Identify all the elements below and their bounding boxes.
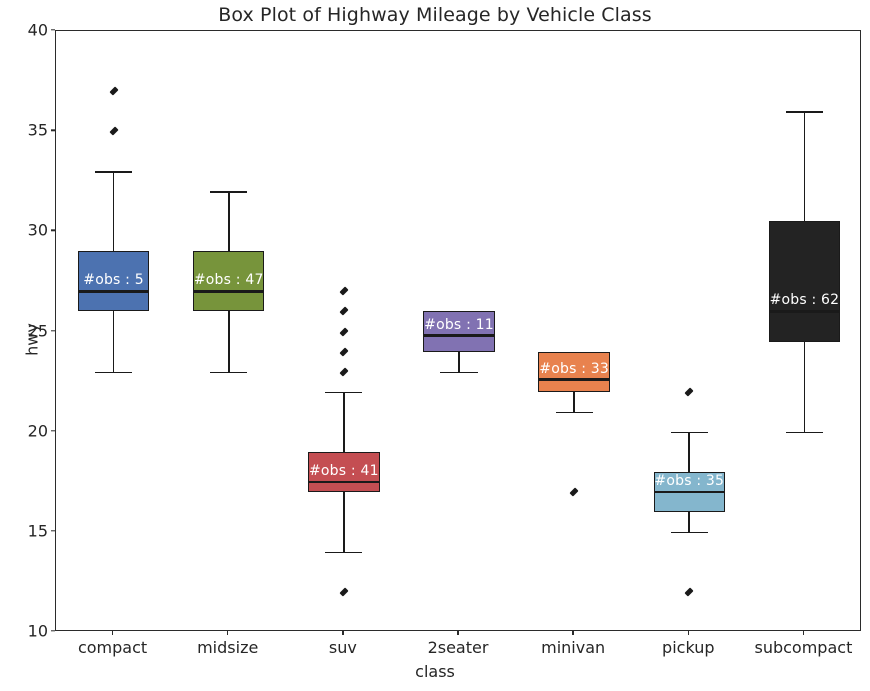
outlier-point [339,366,349,377]
whisker-cap-lower [440,371,478,374]
outlier-point [339,346,349,357]
whisker-cap-upper [785,111,823,113]
boxplot-figure: Box Plot of Highway Mileage by Vehicle C… [0,0,870,691]
chart-title: Box Plot of Highway Mileage by Vehicle C… [218,4,652,26]
box-midsize[interactable] [193,251,265,312]
median-line-minivan [538,378,610,381]
outlier-point [339,306,349,317]
outlier-point [684,587,694,597]
x-tick-label-subcompact: subcompact [754,638,853,657]
median-line-pickup [653,490,725,493]
whisker-upper [112,171,115,252]
whisker-cap-upper [210,191,248,193]
whisker-cap-lower [555,411,593,414]
whisker-cap-upper [325,391,363,394]
x-tick-mark [802,631,805,635]
y-tick-label: 25 [27,321,48,340]
plot-area: #obs : 5 #obs : 47 #obs : 41 #obs : 11 #obs … [55,30,861,631]
box-2seater[interactable] [423,311,495,352]
box-compact[interactable] [77,251,150,312]
median-line-subcompact [768,310,841,313]
x-axis-label: class [415,662,455,681]
whisker-cap-lower [210,371,248,374]
median-line-suv [308,480,380,483]
boxplot-artists: #obs : 5 #obs : 47 #obs : 41 #obs : 11 #obs … [56,31,860,630]
whisker-cap-lower [325,551,363,554]
whisker-lower [112,311,115,372]
median-line-midsize [193,290,265,293]
y-tick-label: 30 [27,220,48,240]
whisker-cap-lower [670,531,708,534]
outlier-point [569,487,579,497]
whisker-cap-lower [785,431,823,434]
x-tick-mark [457,631,459,635]
median-line-2seater [423,334,495,337]
whisker-lower [458,351,460,372]
x-tick-mark [227,631,229,635]
median-line-compact [77,290,150,293]
whisker-lower [688,511,691,532]
whisker-lower [227,311,230,372]
box-subcompact[interactable] [768,221,841,342]
whisker-upper [227,191,230,252]
whisker-lower [343,491,345,552]
whisker-lower [573,391,575,412]
whisker-cap-upper [95,171,133,173]
whisker-upper [688,431,691,472]
x-tick-mark [111,631,114,635]
y-tick-label: 20 [27,421,48,441]
outlier-point [108,86,119,96]
whisker-upper [343,391,345,452]
outlier-point [339,587,349,597]
y-tick-label: 35 [27,120,48,140]
outlier-point [339,286,349,297]
whisker-cap-lower [95,371,133,374]
whisker-lower [803,341,806,432]
y-tick-label: 40 [27,20,48,40]
outlier-point [108,126,119,136]
y-tick-label: 15 [27,521,48,541]
box-minivan[interactable] [538,351,610,392]
outlier-point [684,386,694,397]
outlier-point [339,326,349,337]
x-tick-mark [342,631,344,635]
box-suv[interactable] [308,451,380,492]
x-tick-mark [687,631,689,635]
x-tick-mark [572,631,574,635]
whisker-upper [803,111,806,222]
whisker-cap-upper [670,431,708,434]
